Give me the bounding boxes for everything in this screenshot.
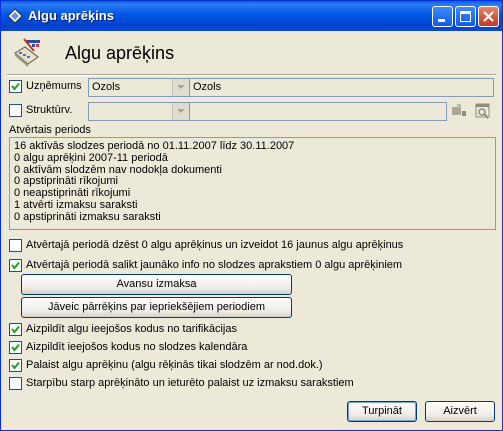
struktv-checkbox[interactable] bbox=[9, 104, 22, 117]
aizvert-label: Aizvērt bbox=[443, 405, 477, 417]
uznemums-name-value: Ozols bbox=[193, 81, 222, 93]
period-label: Atvērtais periods bbox=[9, 124, 91, 136]
close-icon bbox=[483, 11, 494, 22]
struktv-dropdown-button[interactable] bbox=[172, 103, 189, 120]
check-tarifikacija-checkbox[interactable] bbox=[9, 323, 22, 336]
search-window-icon[interactable] bbox=[475, 103, 491, 119]
dialog-window: Algu aprēķins Algu aprēķins Uzņēmums Ozo… bbox=[0, 0, 503, 431]
parrekins-button[interactable]: Jāveic pārrēķins par iepriekšējiem perio… bbox=[21, 297, 292, 318]
period-info-box: 16 aktīvās slodzes periodā no 01.11.2007… bbox=[9, 137, 496, 230]
uznemums-label: Uzņēmums bbox=[26, 80, 82, 92]
option-latest-info-checkbox[interactable] bbox=[9, 259, 22, 272]
parrekins-label: Jāveic pārrēķins par iepriekšējiem perio… bbox=[47, 301, 266, 313]
struktv-name-field[interactable] bbox=[189, 102, 447, 121]
window-title: Algu aprēķins bbox=[28, 8, 114, 23]
maximize-icon bbox=[460, 11, 471, 22]
tree-select-icon[interactable] bbox=[451, 103, 467, 119]
payroll-calc-icon bbox=[12, 37, 44, 69]
uznemums-code-combo[interactable]: Ozols bbox=[88, 78, 190, 97]
check-difference-checkbox[interactable] bbox=[9, 377, 22, 390]
check-kalendars-label: Aizpildīt ieejošos kodus no slodzes kale… bbox=[26, 341, 248, 353]
period-line: 1 atvērti izmaksu saraksti bbox=[14, 198, 138, 211]
period-line: 0 apstiprināti izmaksu saraksti bbox=[14, 210, 161, 223]
uznemums-code-value: Ozols bbox=[92, 81, 121, 93]
check-icon bbox=[11, 325, 20, 334]
option-latest-info-label: Atvērtajā periodā salikt jaunāko info no… bbox=[26, 259, 403, 271]
check-tarifikacija-label: Aizpildīt algu ieejošos kodus no tarifik… bbox=[26, 323, 237, 335]
app-icon bbox=[7, 8, 23, 24]
struktv-code-combo[interactable] bbox=[88, 102, 190, 121]
check-icon bbox=[11, 261, 20, 270]
minimize-button[interactable] bbox=[432, 6, 453, 27]
turpinat-button[interactable]: Turpināt bbox=[347, 401, 417, 422]
avansu-izmaksa-button[interactable]: Avansu izmaksa bbox=[21, 274, 292, 295]
check-run-calc-checkbox[interactable] bbox=[9, 359, 22, 372]
check-icon bbox=[11, 82, 20, 91]
uznemums-dropdown-button[interactable] bbox=[172, 79, 189, 96]
check-kalendars-checkbox[interactable] bbox=[9, 341, 22, 354]
minimize-icon bbox=[438, 19, 445, 22]
check-run-calc-label: Palaist algu aprēķinu (algu rēķinās tika… bbox=[26, 359, 323, 371]
header-divider bbox=[7, 74, 496, 76]
check-icon bbox=[11, 343, 20, 352]
uznemums-name-field[interactable]: Ozols bbox=[189, 78, 494, 97]
avansu-izmaksa-label: Avansu izmaksa bbox=[116, 278, 197, 290]
period-line: 0 algu aprēķini 2007-11 periodā bbox=[14, 151, 168, 164]
check-icon bbox=[11, 361, 20, 370]
title-bar[interactable]: Algu aprēķins bbox=[1, 1, 502, 31]
page-title: Algu aprēķins bbox=[65, 43, 175, 63]
uznemums-checkbox[interactable] bbox=[9, 80, 22, 93]
dropdown-arrow-icon bbox=[177, 109, 185, 113]
struktv-label: Struktūrv. bbox=[26, 104, 73, 116]
option-delete-recreate-checkbox[interactable] bbox=[9, 239, 22, 252]
maximize-button[interactable] bbox=[455, 6, 476, 27]
close-button[interactable] bbox=[478, 6, 499, 27]
check-difference-label: Starpību starp aprēķināto un ieturēto pa… bbox=[26, 377, 354, 389]
turpinat-label: Turpināt bbox=[362, 405, 402, 417]
aizvert-button[interactable]: Aizvērt bbox=[425, 401, 495, 422]
dropdown-arrow-icon bbox=[177, 85, 185, 89]
option-delete-recreate-label: Atvērtajā periodā dzēst 0 algu aprēķinus… bbox=[26, 239, 404, 251]
